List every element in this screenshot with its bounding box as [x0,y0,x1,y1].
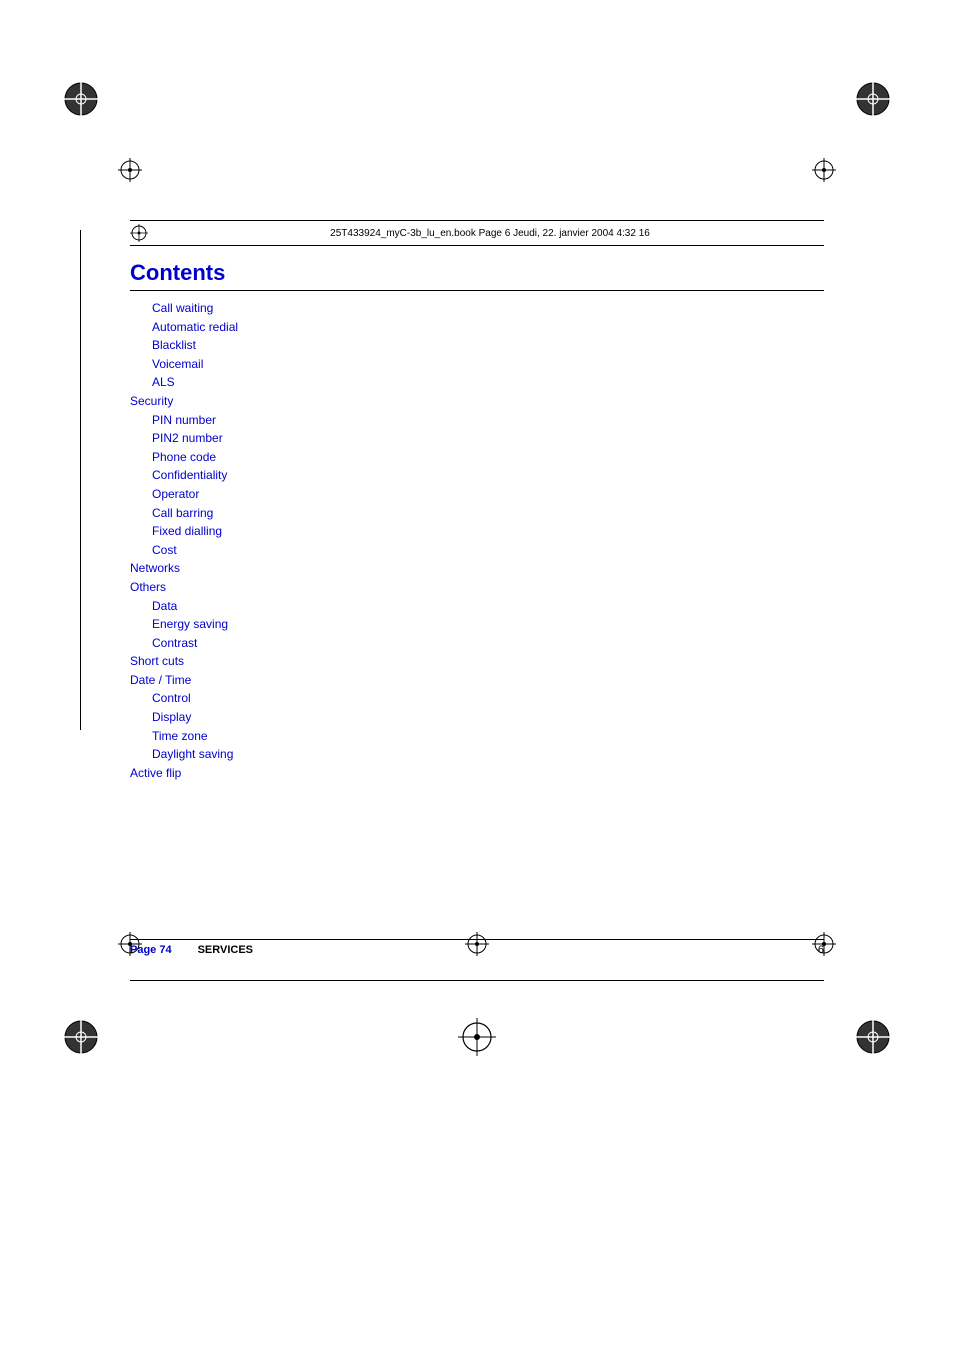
reg-mark-tr [812,158,836,187]
reg-mark-br-inner [812,932,836,961]
toc-item-25[interactable]: Active flip [130,764,824,783]
toc-item-9[interactable]: Confidentiality [152,466,824,485]
toc-item-11[interactable]: Call barring [152,504,824,523]
toc-item-19[interactable]: Short cuts [130,652,824,671]
toc-list: Call waitingAutomatic redialBlacklistVoi… [130,299,824,782]
toc-item-23[interactable]: Time zone [152,727,824,746]
corner-mark-bc [458,1018,496,1061]
toc-item-0[interactable]: Call waiting [152,299,824,318]
toc-item-3[interactable]: Voicemail [152,355,824,374]
content-area: Contents Call waitingAutomatic redialBla… [130,260,824,782]
page-title: Contents [130,260,824,291]
reg-mark-bc [465,932,489,961]
toc-item-10[interactable]: Operator [152,485,824,504]
toc-item-4[interactable]: ALS [152,373,824,392]
toc-item-24[interactable]: Daylight saving [152,745,824,764]
reg-mark-bl-inner [118,932,142,961]
toc-item-20[interactable]: Date / Time [130,671,824,690]
corner-mark-tl [62,80,100,123]
toc-item-2[interactable]: Blacklist [152,336,824,355]
toc-item-13[interactable]: Cost [152,541,824,560]
toc-item-14[interactable]: Networks [130,559,824,578]
reg-mark-tl [118,158,142,187]
toc-item-17[interactable]: Energy saving [152,615,824,634]
corner-mark-br [854,1018,892,1061]
toc-item-18[interactable]: Contrast [152,634,824,653]
bottom-rule [130,980,824,981]
footer-section: SERVICES [198,944,253,956]
toc-item-6[interactable]: PIN number [152,411,824,430]
corner-mark-tr [854,80,892,123]
toc-item-12[interactable]: Fixed dialling [152,522,824,541]
toc-item-1[interactable]: Automatic redial [152,318,824,337]
footer-page-info: Page 74 SERVICES [130,944,253,956]
left-rule-line [80,230,81,730]
header-file-info: 25T433924_myC-3b_lu_en.book Page 6 Jeudi… [156,228,824,239]
toc-item-22[interactable]: Display [152,708,824,727]
header-bar: 25T433924_myC-3b_lu_en.book Page 6 Jeudi… [130,220,824,246]
toc-item-7[interactable]: PIN2 number [152,429,824,448]
toc-item-16[interactable]: Data [152,597,824,616]
toc-item-8[interactable]: Phone code [152,448,824,467]
toc-item-15[interactable]: Others [130,578,824,597]
page-container: 25T433924_myC-3b_lu_en.book Page 6 Jeudi… [0,0,954,1351]
toc-item-5[interactable]: Security [130,392,824,411]
corner-mark-bl [62,1018,100,1061]
toc-item-21[interactable]: Control [152,689,824,708]
